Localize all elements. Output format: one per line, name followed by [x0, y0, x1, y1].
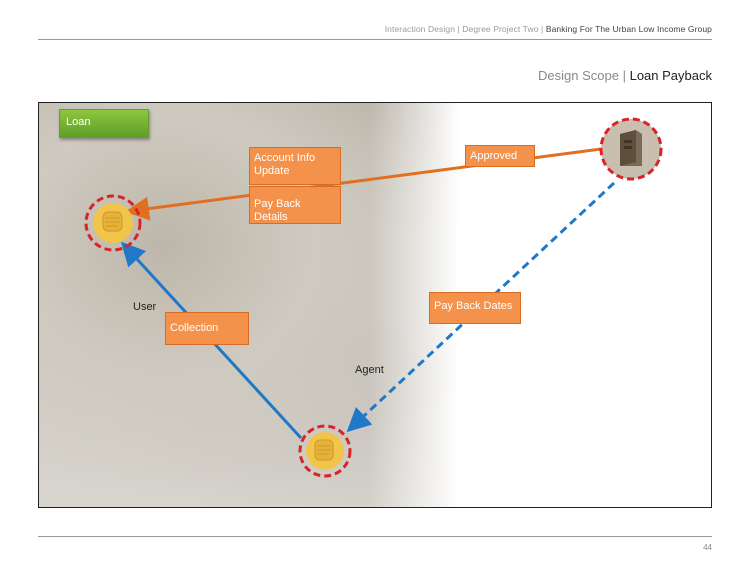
collection-box: Collection — [165, 312, 249, 345]
footer-divider — [38, 536, 712, 537]
pay-back-details-label: Pay Back Details — [254, 198, 301, 223]
breadcrumb-separator: | — [541, 24, 544, 34]
user-label: User — [133, 301, 157, 313]
hand-coin-icon — [84, 194, 142, 252]
breadcrumb: Interaction Design | Degree Project Two … — [385, 24, 712, 34]
pay-back-dates-label: Pay Back Dates — [434, 300, 513, 312]
breadcrumb-separator: | — [457, 24, 460, 34]
page-number: 44 — [703, 543, 712, 552]
title-section: Design Scope — [538, 68, 619, 83]
page-title: Design Scope | Loan Payback — [538, 68, 712, 83]
title-separator: | — [622, 68, 626, 83]
user-node — [83, 193, 143, 253]
approved-box: Approved — [465, 145, 535, 167]
diagram-panel: Loan Account Info Update Pay Back Detail… — [38, 102, 712, 508]
breadcrumb-project: Degree Project Two — [462, 24, 539, 34]
account-info-box: Account Info Update — [249, 147, 341, 185]
hand-coin-icon — [298, 424, 352, 478]
agent-node — [297, 423, 353, 479]
breadcrumb-topic: Banking For The Urban Low Income Group — [545, 24, 712, 34]
approved-label: Approved — [470, 150, 518, 162]
pay-back-details-box: Pay Back Details — [249, 186, 341, 224]
title-page: Loan Payback — [629, 68, 712, 83]
collection-label: Collection — [170, 322, 219, 334]
pay-back-dates-box: Pay Back Dates — [429, 292, 521, 324]
header-divider — [38, 39, 712, 40]
agent-label: Agent — [355, 364, 384, 376]
bank-server-icon — [599, 117, 663, 181]
breadcrumb-course: Interaction Design — [384, 24, 456, 34]
bank-node — [598, 116, 664, 182]
account-info-label: Account Info Update — [254, 152, 316, 177]
